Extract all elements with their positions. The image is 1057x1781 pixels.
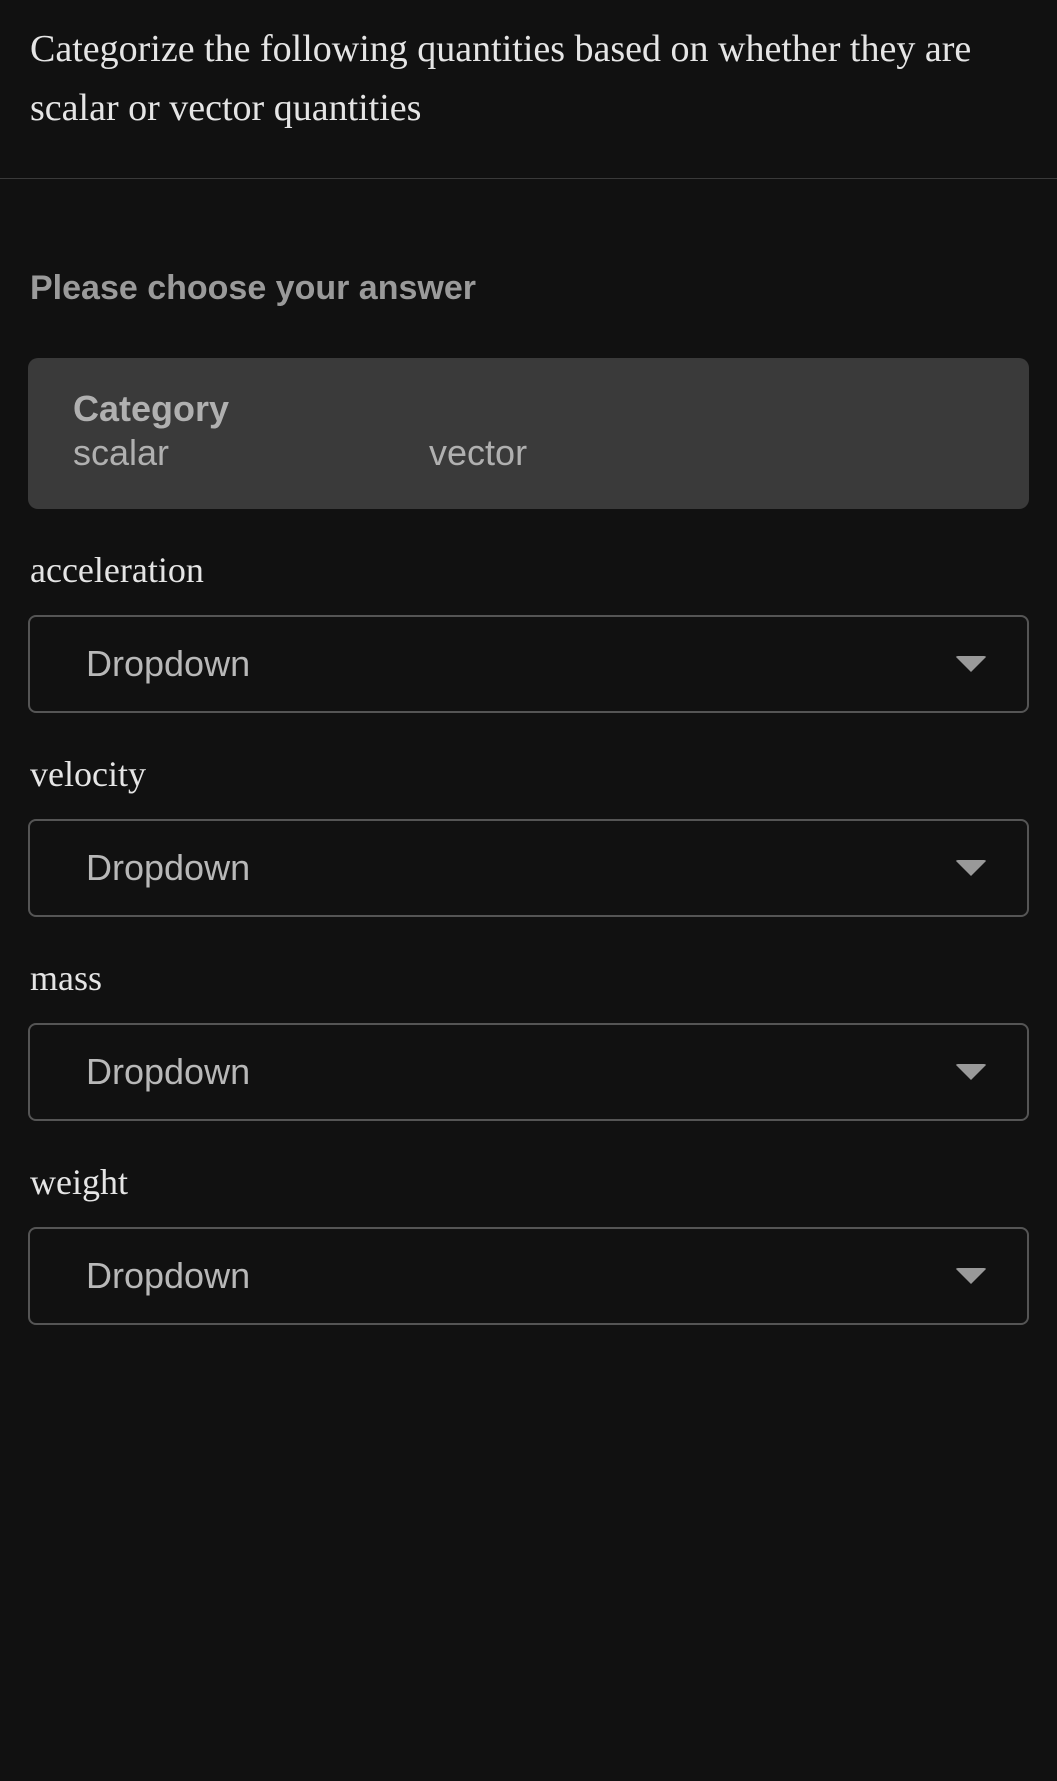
item-weight: weight Dropdown bbox=[0, 1161, 1057, 1325]
dropdown-acceleration[interactable]: Dropdown bbox=[28, 615, 1029, 713]
dropdown-mass[interactable]: Dropdown bbox=[28, 1023, 1029, 1121]
dropdown-text: Dropdown bbox=[86, 643, 250, 685]
item-acceleration: acceleration Dropdown bbox=[0, 549, 1057, 713]
dropdown-weight[interactable]: Dropdown bbox=[28, 1227, 1029, 1325]
item-label: weight bbox=[28, 1161, 1029, 1203]
item-mass: mass Dropdown bbox=[0, 957, 1057, 1121]
chevron-down-icon bbox=[955, 1268, 987, 1284]
item-label: mass bbox=[28, 957, 1029, 999]
chevron-down-icon bbox=[955, 860, 987, 876]
chevron-down-icon bbox=[955, 656, 987, 672]
dropdown-text: Dropdown bbox=[86, 1051, 250, 1093]
item-label: velocity bbox=[28, 753, 1029, 795]
dropdown-text: Dropdown bbox=[86, 1255, 250, 1297]
dropdown-text: Dropdown bbox=[86, 847, 250, 889]
category-box: Category scalar vector bbox=[28, 358, 1029, 509]
category-options: scalar vector bbox=[73, 432, 984, 474]
chevron-down-icon bbox=[955, 1064, 987, 1080]
item-label: acceleration bbox=[28, 549, 1029, 591]
category-option-vector: vector bbox=[429, 432, 527, 474]
dropdown-velocity[interactable]: Dropdown bbox=[28, 819, 1029, 917]
category-option-scalar: scalar bbox=[73, 432, 169, 474]
item-velocity: velocity Dropdown bbox=[0, 753, 1057, 917]
instruction-text: Please choose your answer bbox=[0, 179, 1057, 358]
question-text: Categorize the following quantities base… bbox=[0, 0, 1057, 178]
category-header: Category bbox=[73, 388, 984, 430]
